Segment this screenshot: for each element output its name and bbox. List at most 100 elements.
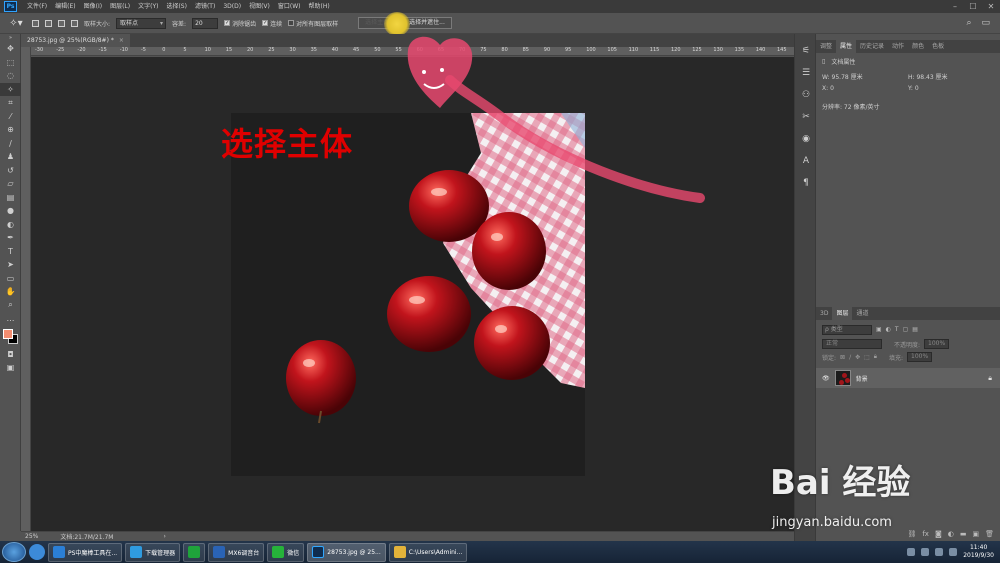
document-tab[interactable]: 28753.jpg @ 25%(RGB/8#) * × [21, 34, 130, 47]
eraser-tool-icon[interactable]: ▱ [0, 177, 21, 191]
move-tool-icon[interactable]: ✥ [0, 42, 21, 56]
taskbar-item[interactable]: PS中魔棒工具在... [48, 542, 123, 562]
subtract-selection-icon[interactable] [58, 19, 65, 27]
start-button[interactable] [2, 542, 26, 562]
eyedropper-tool-icon[interactable]: ⁄ [0, 110, 21, 124]
sample-all-layers-checkbox[interactable]: 对所有图层取样 [288, 19, 338, 28]
type-tool-icon[interactable]: T [0, 245, 21, 259]
visibility-eye-icon[interactable]: 👁︎ [822, 375, 830, 382]
character-icon[interactable]: A [795, 150, 817, 172]
opacity-input[interactable]: 100% [924, 339, 950, 349]
3d-icon[interactable]: ◉ [795, 128, 817, 150]
hand-tool-icon[interactable]: ✋ [0, 285, 21, 299]
search-icon[interactable]: ⌕ [966, 18, 971, 28]
taskbar-item[interactable]: 微信 [267, 542, 305, 562]
minimize-icon[interactable]: – [946, 2, 964, 11]
menu-file[interactable]: 文件(F) [23, 0, 51, 13]
menu-window[interactable]: 窗口(W) [274, 0, 305, 13]
workspace-icon[interactable]: ▭ [981, 18, 990, 28]
status-menu-arrow[interactable]: › [163, 533, 165, 540]
magic-wand-preset-icon[interactable]: ✧▾ [6, 16, 26, 30]
clone-stamp-icon[interactable]: ♟ [0, 150, 21, 164]
quicklaunch-icon[interactable] [29, 544, 45, 560]
taskbar-item[interactable]: MX6调音台 [208, 542, 265, 562]
lock-all-icon[interactable]: 🔒︎ [874, 353, 877, 361]
lock-paint-icon[interactable]: ∕ [849, 354, 851, 361]
collapse-icon[interactable]: » [0, 34, 21, 42]
crop-tool-icon[interactable]: ⌗ [0, 96, 21, 110]
antialias-checkbox[interactable]: ✓ 消除锯齿 [224, 19, 256, 28]
volume-icon[interactable] [949, 548, 958, 556]
add-selection-icon[interactable] [45, 19, 52, 27]
lasso-tool-icon[interactable]: ◌ [0, 69, 21, 83]
menu-help[interactable]: 帮助(H) [305, 0, 334, 13]
taskbar-item[interactable] [183, 542, 206, 562]
maximize-icon[interactable]: ☐ [964, 2, 982, 11]
blur-tool-icon[interactable]: ● [0, 204, 21, 218]
width-value[interactable]: 95.78 厘米 [832, 74, 863, 81]
layer-name[interactable]: 背景 [856, 374, 868, 383]
path-selection-icon[interactable]: ➤ [0, 258, 21, 272]
close-tab-icon[interactable]: × [119, 37, 124, 44]
paragraph-icon[interactable]: ¶ [795, 172, 817, 194]
tab-channels[interactable]: 通道 [852, 307, 872, 320]
tolerance-input[interactable]: 20 [192, 17, 219, 29]
menu-edit[interactable]: 编辑(E) [51, 0, 79, 13]
history-brush-icon[interactable]: ↺ [0, 164, 21, 178]
rectangle-tool-icon[interactable]: ▭ [0, 272, 21, 286]
network-icon[interactable] [935, 548, 944, 556]
gradient-tool-icon[interactable]: ▤ [0, 191, 21, 205]
adjust-panel-icon[interactable]: ⚟ [795, 40, 817, 62]
close-icon[interactable]: ✕ [982, 2, 1000, 11]
color-swatches[interactable] [0, 326, 21, 348]
tray-icon[interactable] [921, 548, 930, 556]
shape-filter-icon[interactable]: ▢ [903, 326, 909, 333]
sliders-icon[interactable]: ☰ [795, 62, 817, 84]
menu-image[interactable]: 图像(I) [80, 0, 106, 13]
smart-filter-icon[interactable]: ▤ [912, 326, 918, 333]
taskbar-item[interactable]: 下载管理器 [125, 542, 181, 562]
tray-icon[interactable] [907, 548, 916, 556]
quick-mask-icon[interactable]: ◘ [0, 348, 21, 362]
x-value[interactable]: 0 [830, 85, 834, 92]
fill-input[interactable]: 100% [907, 352, 933, 362]
layer-row-background[interactable]: 👁︎ 背景 🔒︎ [816, 368, 1000, 388]
lock-move-icon[interactable]: ✥ [855, 354, 860, 361]
tab-adjustments[interactable]: 调整 [816, 40, 836, 53]
blend-mode-select[interactable]: 正常 [822, 339, 882, 349]
tab-properties[interactable]: 属性 [836, 40, 857, 53]
layer-lock-icon[interactable]: 🔒︎ [988, 374, 992, 383]
foreground-color[interactable] [3, 328, 13, 339]
tab-3d[interactable]: 3D [816, 307, 832, 320]
taskbar-item[interactable]: C:\Users\Admini... [388, 542, 468, 562]
zoom-level[interactable]: 25% [25, 533, 38, 540]
layer-filter-select[interactable]: ρ 类型 [822, 324, 872, 335]
apple-photo[interactable] [231, 113, 585, 476]
intersect-selection-icon[interactable] [71, 19, 78, 27]
tab-layers[interactable]: 图层 [832, 307, 853, 320]
lock-pixels-icon[interactable]: ⊠ [840, 354, 845, 361]
lock-artboard-icon[interactable]: ⬚ [864, 354, 870, 361]
pixel-filter-icon[interactable]: ▣ [876, 326, 882, 333]
zoom-tool-icon[interactable]: ⌕ [0, 299, 21, 313]
pen-tool-icon[interactable]: ✒ [0, 231, 21, 245]
menu-filter[interactable]: 滤镜(T) [191, 0, 219, 13]
taskbar-item[interactable]: 28753.jpg @ 25... [307, 542, 386, 562]
more-tools-icon[interactable]: … [0, 312, 21, 326]
tab-actions[interactable]: 动作 [888, 40, 908, 53]
canvas-area[interactable]: 选择主体 [31, 57, 794, 531]
brush-tool-icon[interactable]: ∕ [0, 137, 21, 151]
menu-layer[interactable]: 图层(L) [106, 0, 134, 13]
sample-size-select[interactable]: 取样点 [116, 17, 167, 29]
menu-select[interactable]: 选择(S) [162, 0, 191, 13]
dodge-tool-icon[interactable]: ◐ [0, 218, 21, 232]
tab-swatches[interactable]: 色板 [928, 40, 948, 53]
new-selection-icon[interactable] [32, 19, 39, 27]
contiguous-checkbox[interactable]: ✓ 连续 [262, 19, 282, 28]
clock[interactable]: 11:40 2019/9/30 [963, 544, 994, 560]
type-filter-icon[interactable]: T [895, 326, 899, 333]
tab-history[interactable]: 历史记录 [856, 40, 888, 53]
menu-type[interactable]: 文字(Y) [134, 0, 162, 13]
tab-color[interactable]: 颜色 [908, 40, 928, 53]
magic-wand-tool-icon[interactable]: ✧ [0, 82, 21, 96]
